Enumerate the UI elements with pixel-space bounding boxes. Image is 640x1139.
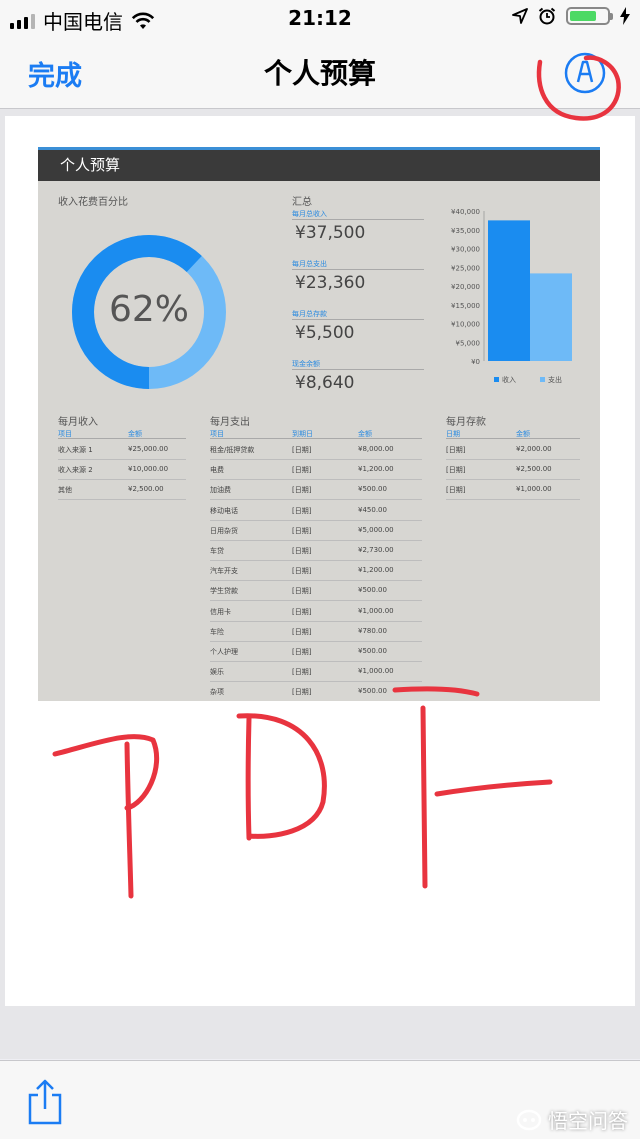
wukong-logo-icon xyxy=(516,1109,542,1130)
letter-f-stem xyxy=(420,705,428,889)
letter-d-bowl xyxy=(236,713,327,839)
watermark-text: 悟空问答 xyxy=(548,1109,628,1133)
status-right xyxy=(512,7,630,25)
document-page: 个人预算 收入花费百分比 62% 汇总 每月总收入 ¥37,500 每月总支出 … xyxy=(5,116,635,1006)
hand-drawn-circle-annotation xyxy=(536,55,621,121)
letter-f-top xyxy=(392,686,480,697)
letter-p-stem xyxy=(124,741,134,899)
bottom-toolbar: 悟空问答 xyxy=(0,1060,640,1139)
done-button[interactable]: 完成 xyxy=(28,54,82,93)
letter-p-bowl xyxy=(52,734,160,811)
watermark: 悟空问答 xyxy=(516,1105,628,1134)
battery-icon xyxy=(566,7,613,25)
status-bar: 中国电信 21:12 xyxy=(0,0,640,36)
handwritten-pdf-annotation xyxy=(52,686,553,899)
charging-bolt-icon xyxy=(620,7,630,25)
document-viewer[interactable]: 个人预算 收入花费百分比 62% 汇总 每月总收入 ¥37,500 每月总支出 … xyxy=(0,109,640,1059)
letter-f-bar xyxy=(434,779,553,797)
share-icon[interactable] xyxy=(26,1079,64,1125)
letter-d-stem xyxy=(245,715,252,841)
location-arrow-icon xyxy=(512,8,528,24)
alarm-clock-icon xyxy=(538,7,556,25)
battery-fill xyxy=(570,11,596,21)
